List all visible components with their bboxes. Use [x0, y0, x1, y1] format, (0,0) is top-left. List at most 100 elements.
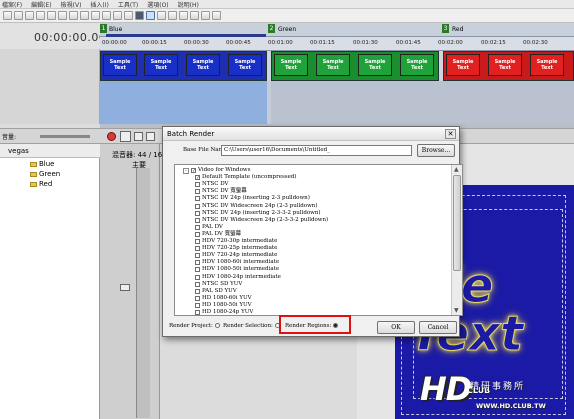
radio-icon[interactable]	[214, 323, 220, 328]
checkbox[interactable]	[195, 203, 200, 209]
template-item[interactable]: PAL SD YUV	[195, 288, 237, 295]
region-marker-bar[interactable]: 1 Blue 2 Green 3 Red	[100, 23, 574, 37]
redo-icon[interactable]	[113, 11, 122, 20]
close-icon[interactable]: ✕	[445, 129, 456, 139]
template-item[interactable]: HD 1080-24p YUV	[195, 309, 253, 315]
zoom-tool-icon[interactable]	[179, 11, 188, 20]
checkbox[interactable]	[195, 175, 200, 181]
undo-icon[interactable]	[102, 11, 111, 20]
paste-icon[interactable]	[80, 11, 89, 20]
menu-item[interactable]: 選項(O)	[147, 0, 168, 9]
template-item[interactable]: - Video for Windows	[183, 167, 250, 174]
checkbox[interactable]	[195, 288, 200, 294]
new-icon[interactable]	[3, 11, 12, 20]
checkbox[interactable]	[195, 182, 200, 188]
checkbox[interactable]	[195, 260, 200, 266]
play-icon[interactable]	[146, 132, 155, 141]
loop-icon[interactable]	[120, 131, 131, 142]
menu-item[interactable]: 說明(H)	[178, 0, 199, 9]
checkbox[interactable]	[195, 246, 200, 252]
checkbox[interactable]	[195, 295, 200, 301]
template-item[interactable]: NTSC DV Widescreen 24p (2-3-3-2 pulldown…	[195, 217, 328, 224]
scroll-thumb[interactable]	[453, 175, 461, 271]
render-project-option[interactable]: Render Project:	[169, 323, 220, 329]
video-clip-red[interactable]: Sample Text Sample Text Sample Text	[443, 51, 574, 81]
checkbox[interactable]	[195, 224, 200, 230]
checkbox[interactable]	[195, 196, 200, 202]
template-item[interactable]: NTSC DV Widescreen 24p (2-3 pulldown)	[195, 203, 318, 210]
checkbox[interactable]	[191, 168, 196, 173]
template-item[interactable]: PAL DV 寬螢幕	[195, 231, 241, 238]
cancel-button[interactable]: Cancel	[419, 321, 457, 334]
ok-button[interactable]: OK	[377, 321, 415, 334]
normal-edit-tool-icon[interactable]	[146, 11, 155, 20]
base-file-name-input[interactable]: C:\Users\user16\Documents\Untitled_	[221, 145, 412, 156]
template-item[interactable]: NTSC SD YUV	[195, 281, 242, 288]
menu-item[interactable]: 工具(T)	[118, 0, 138, 9]
lock-envelopes-icon[interactable]	[190, 11, 199, 20]
folder-blue[interactable]: Blue	[30, 160, 55, 168]
template-item[interactable]: HDV 720-24p intermediate	[195, 252, 277, 259]
checkbox[interactable]	[195, 302, 200, 308]
render-template-tree[interactable]: - Video for WindowsDefault Template (unco…	[174, 164, 463, 316]
ignore-grouping-icon[interactable]	[201, 11, 210, 20]
checkbox[interactable]	[195, 217, 200, 223]
delete-icon[interactable]	[91, 11, 100, 20]
cut-icon[interactable]	[58, 11, 67, 20]
play-from-start-icon[interactable]	[134, 132, 143, 141]
video-clip-blue[interactable]: Sample Text Sample Text Sample Text Samp…	[100, 51, 267, 81]
checkbox[interactable]	[195, 253, 200, 259]
template-item[interactable]: PAL DV	[195, 224, 223, 231]
template-item[interactable]: HD 1080-60i YUV	[195, 295, 252, 302]
menu-item[interactable]: 編輯(E)	[31, 0, 51, 9]
record-icon[interactable]	[107, 132, 116, 141]
region-number-1[interactable]: 1	[100, 24, 107, 33]
menu-item[interactable]: 插入(I)	[90, 0, 108, 9]
checkbox[interactable]	[195, 231, 200, 237]
folder-red[interactable]: Red	[30, 180, 52, 188]
template-item[interactable]: NTSC DV 24p (inserting 2-3-3-2 pulldown)	[195, 210, 321, 217]
template-item[interactable]: HDV 1080-24p intermediate	[195, 274, 281, 281]
folder-green[interactable]: Green	[30, 170, 60, 178]
checkbox[interactable]	[195, 267, 200, 273]
region-number-3[interactable]: 3	[442, 24, 449, 33]
checkbox[interactable]	[195, 310, 200, 315]
template-item[interactable]: NTSC DV 24p (inserting 2-3 pulldown)	[195, 195, 310, 202]
template-item[interactable]: Default Template (uncompressed)	[195, 174, 297, 181]
save-icon[interactable]	[25, 11, 34, 20]
template-item[interactable]: HDV 720-30p intermediate	[195, 238, 277, 245]
browse-button[interactable]: Browse...	[417, 144, 455, 157]
region-number-2[interactable]: 2	[268, 24, 275, 33]
selection-tool-icon[interactable]	[168, 11, 177, 20]
track-event-blue[interactable]	[100, 81, 267, 124]
checkbox[interactable]	[195, 239, 200, 244]
scroll-down-icon[interactable]: ▼	[454, 307, 459, 314]
envelope-tool-icon[interactable]	[157, 11, 166, 20]
template-item[interactable]: HD 1080-50i YUV	[195, 302, 252, 309]
template-item[interactable]: HDV 720-25p intermediate	[195, 245, 277, 252]
auto-ripple-icon[interactable]	[135, 11, 144, 20]
expander-icon[interactable]: -	[183, 167, 189, 174]
checkbox[interactable]	[195, 189, 200, 195]
volume-fader[interactable]	[120, 284, 130, 291]
render-icon[interactable]	[47, 11, 56, 20]
what-is-this-help-icon[interactable]	[212, 11, 221, 20]
checkbox[interactable]	[195, 274, 200, 280]
tree-scrollbar[interactable]: ▲ ▼	[451, 165, 462, 315]
properties-icon[interactable]	[36, 11, 45, 20]
open-icon[interactable]	[14, 11, 23, 20]
render-selection-option[interactable]: Render Selection:	[223, 323, 280, 329]
template-item[interactable]: HDV 1080-50i intermediate	[195, 266, 279, 273]
copy-icon[interactable]	[69, 11, 78, 20]
menu-item[interactable]: 檔案(F)	[2, 0, 22, 9]
second-track[interactable]	[100, 81, 574, 124]
checkbox[interactable]	[195, 281, 200, 287]
video-track[interactable]: Sample Text Sample Text Sample Text Samp…	[100, 51, 574, 81]
time-ruler[interactable]: 00:00:00 00:00:15 00:00:30 00:00:45 00:0…	[100, 37, 574, 51]
template-item[interactable]: HDV 1080-60i intermediate	[195, 259, 279, 266]
menu-item[interactable]: 檢視(V)	[61, 0, 82, 9]
video-clip-green[interactable]: Sample Text Sample Text Sample Text Samp…	[271, 51, 439, 81]
explorer-location[interactable]: vegas	[0, 144, 100, 158]
snapping-icon[interactable]	[124, 11, 133, 20]
rate-slider[interactable]	[40, 135, 90, 138]
